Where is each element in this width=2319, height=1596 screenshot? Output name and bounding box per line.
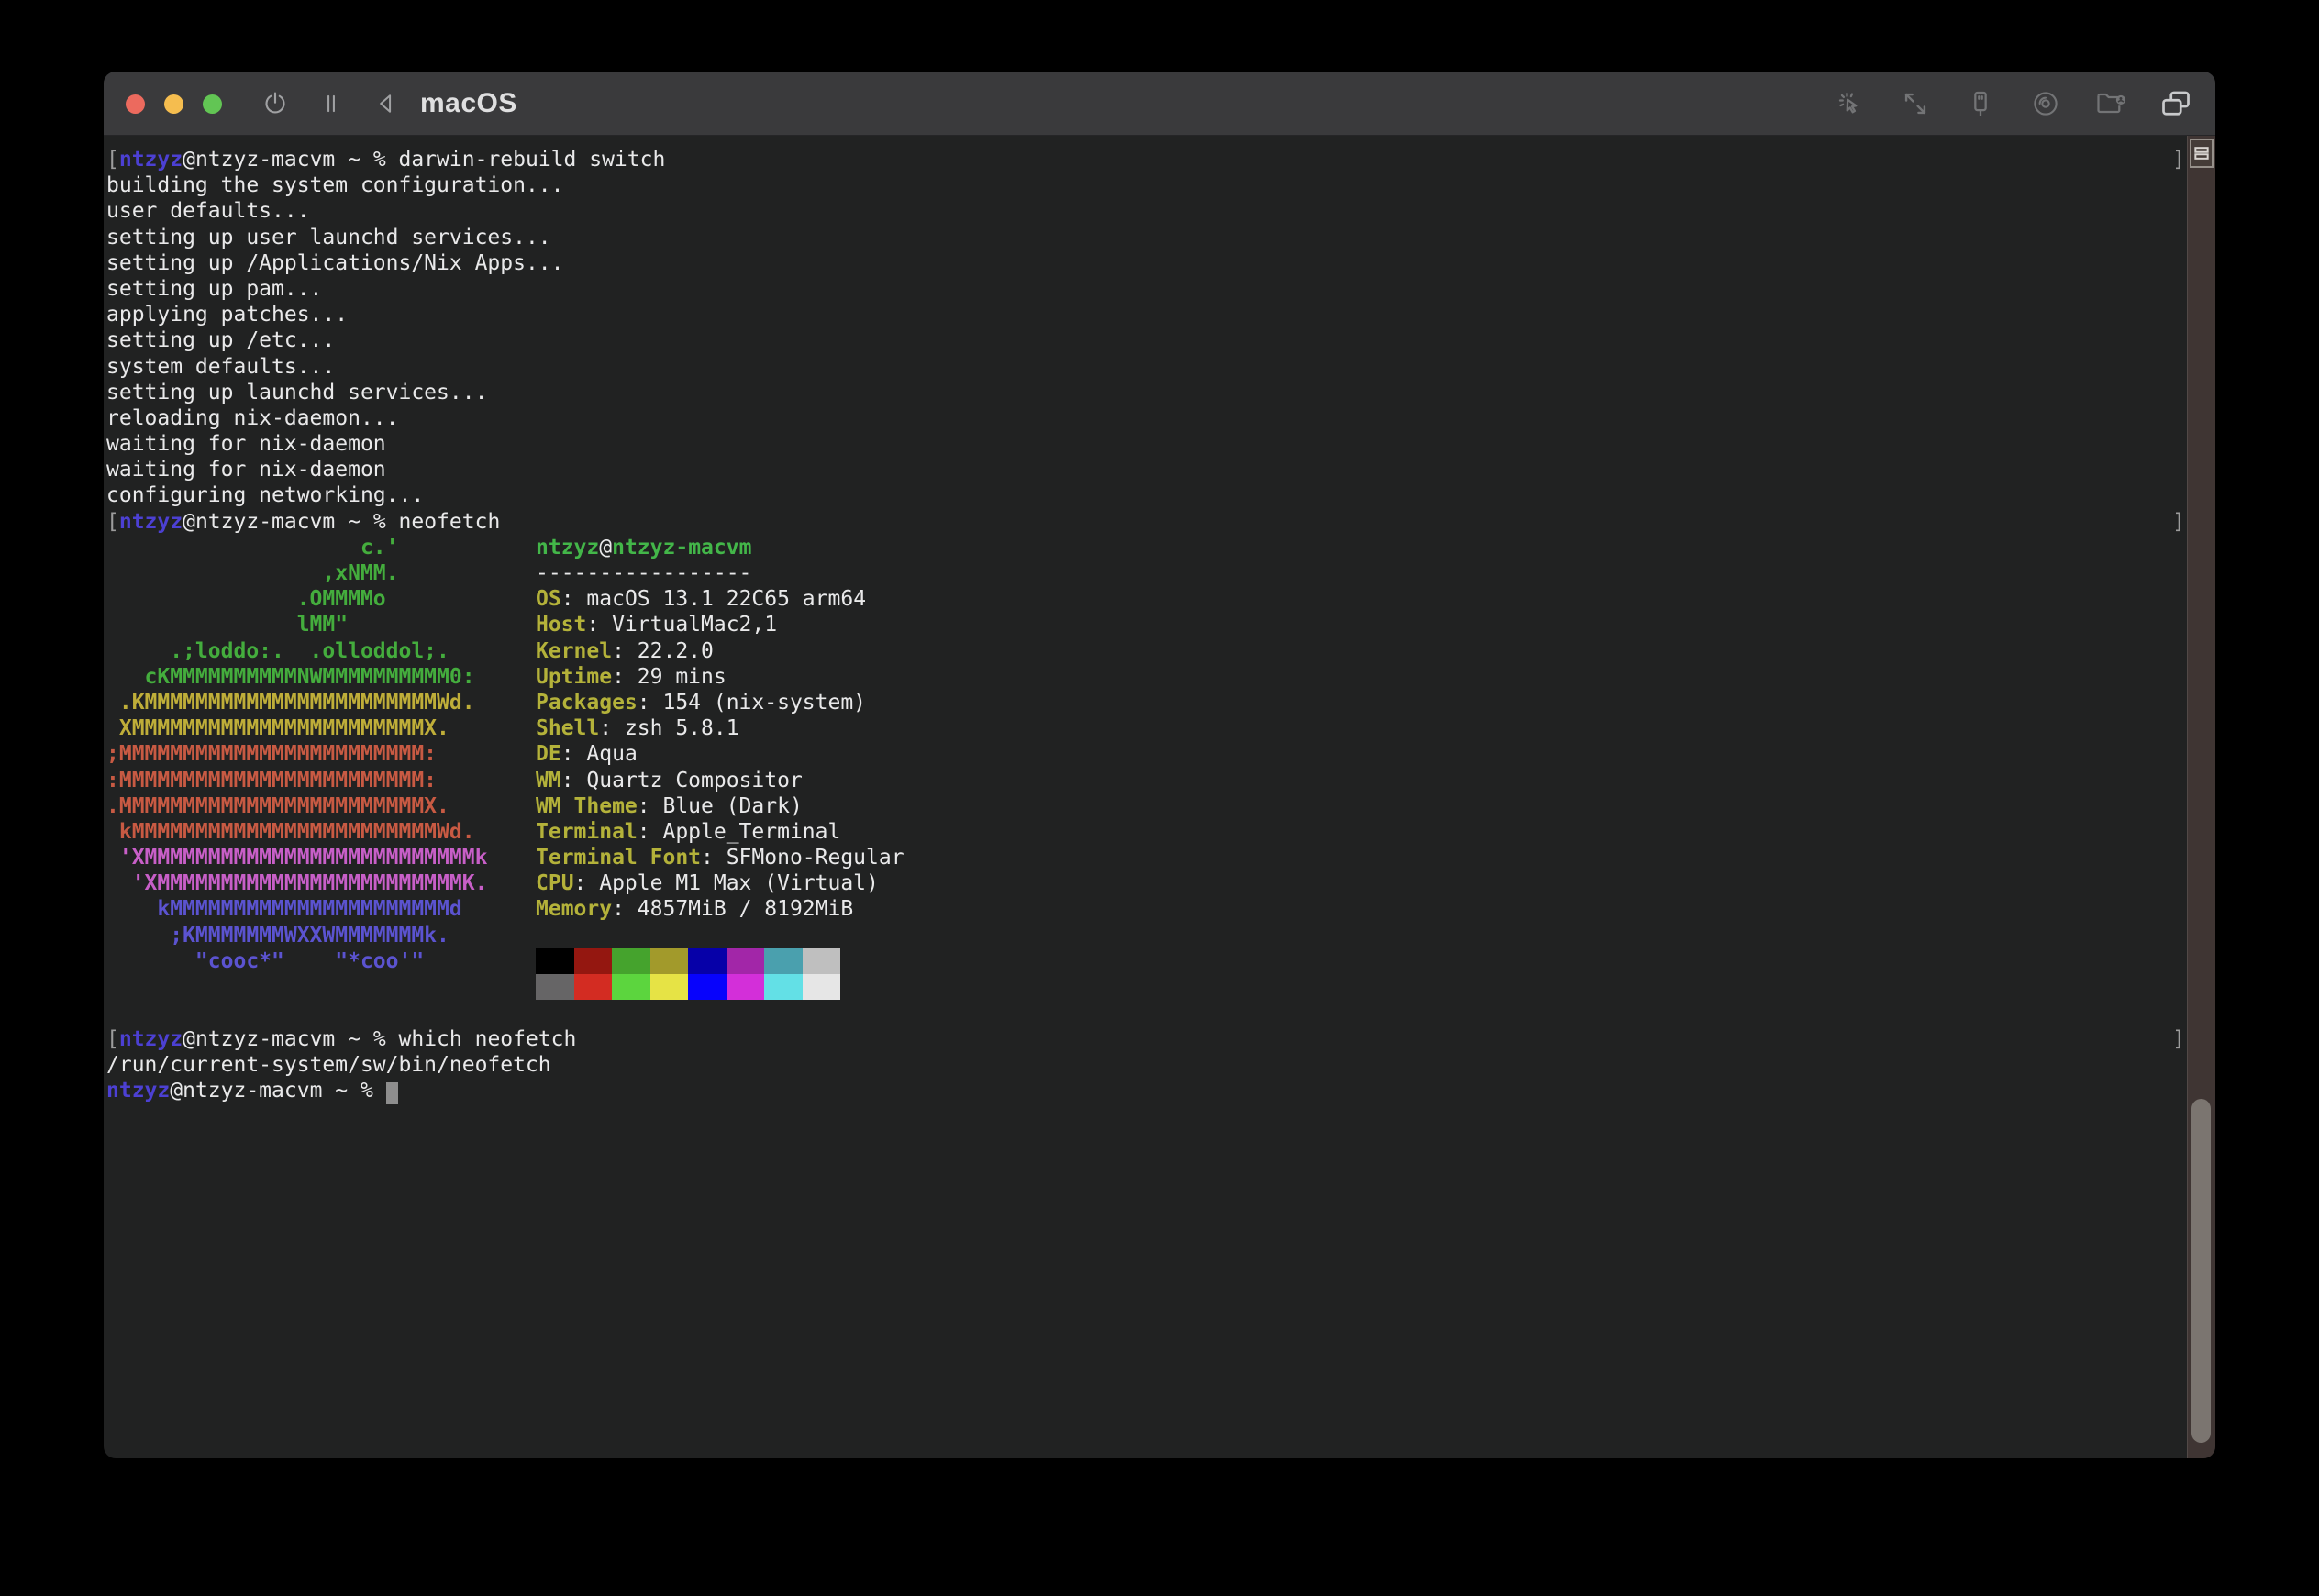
terminal-line: WM: Quartz Compositor [536,768,904,793]
line-wrap-mark: ] [2172,147,2185,172]
terminal-cursor [386,1082,399,1104]
color-swatch [612,974,650,1000]
ansi-palette-row [536,948,904,974]
terminal-line: OS: macOS 13.1 22C65 arm64 [536,586,904,612]
terminal-line: [ntzyz@ntzyz-macvm ~ % darwin-rebuild sw… [106,147,2187,172]
color-swatch [764,974,803,1000]
color-swatch [688,948,727,974]
neofetch-apple-logo-ascii: c.' ,xNMM. .OMMMMo lMM" .;loddo:. .ollod… [106,535,487,974]
terminal-line: waiting for nix-daemon [106,457,2187,482]
terminal-line: building the system configuration... [106,172,2187,198]
terminal[interactable]: [ntzyz@ntzyz-macvm ~ % darwin-rebuild sw… [104,136,2187,1458]
color-swatch [650,974,689,1000]
minimize-button[interactable] [164,94,183,114]
terminal-line: setting up user launchd services... [106,225,2187,250]
ascii-art-line: .OMMMMo [106,586,487,612]
terminal-line: user defaults... [106,198,2187,224]
neofetch-output: c.' ,xNMM. .OMMMMo lMM" .;loddo:. .ollod… [106,535,2187,1001]
color-swatch [764,948,803,974]
vm-window: macOS [104,72,2215,1458]
ascii-art-line: .MMMMMMMMMMMMMMMMMMMMMMMMX. [106,793,487,819]
color-swatch [688,974,727,1000]
terminal-line: Shell: zsh 5.8.1 [536,715,904,741]
ascii-art-line: ;MMMMMMMMMMMMMMMMMMMMMMMM: [106,741,487,767]
color-swatch [803,948,841,974]
ascii-art-line: XMMMMMMMMMMMMMMMMMMMMMMMX. [106,715,487,741]
displays-icon[interactable] [2158,85,2194,122]
terminal-line [536,923,904,948]
terminal-line: ntzyz@ntzyz-macvm ~ % [106,1078,2187,1103]
ascii-art-line: ,xNMM. [106,560,487,586]
terminal-line: [ntzyz@ntzyz-macvm ~ % neofetch] [106,509,2187,535]
ascii-art-line: .;loddo:. .olloddol;. [106,638,487,664]
color-swatch [536,948,574,974]
vm-toolbar [1832,85,2194,122]
ascii-art-line: kMMMMMMMMMMMMMMMMMMMMMMMMWd. [106,819,487,845]
pause-icon[interactable] [313,85,350,122]
terminal-line: waiting for nix-daemon [106,431,2187,457]
shared-folder-icon[interactable] [2092,85,2129,122]
terminal-content: [ntzyz@ntzyz-macvm ~ % darwin-rebuild sw… [106,147,2187,1104]
terminal-line: reloading nix-daemon... [106,405,2187,431]
window-title: macOS [420,72,517,136]
terminal-line: Memory: 4857MiB / 8192MiB [536,896,904,922]
terminal-line: DE: Aqua [536,741,904,767]
terminal-line: configuring networking... [106,482,2187,508]
window-controls [126,72,222,136]
terminal-line: Terminal Font: SFMono-Regular [536,845,904,870]
terminal-line: setting up pam... [106,276,2187,302]
zoom-button[interactable] [203,94,222,114]
disk-icon[interactable] [2027,85,2064,122]
ascii-art-line: :MMMMMMMMMMMMMMMMMMMMMMMM: [106,768,487,793]
color-swatch [650,948,689,974]
terminal-line: WM Theme: Blue (Dark) [536,793,904,819]
split-pane-button[interactable] [2190,139,2214,168]
ascii-art-line: kMMMMMMMMMMMMMMMMMMMMMMd [106,896,487,922]
ascii-art-line: ;KMMMMMMMWXXWMMMMMMMk. [106,923,487,948]
terminal-line: [ntzyz@ntzyz-macvm ~ % which neofetch] [106,1026,2187,1052]
terminal-line: setting up /etc... [106,327,2187,353]
color-swatch [803,974,841,1000]
ascii-art-line: lMM" [106,612,487,637]
ascii-art-line: "cooc*" "*coo'" [106,948,487,974]
terminal-line [106,1001,2187,1026]
terminal-line: system defaults... [106,354,2187,380]
terminal-line: setting up launchd services... [106,380,2187,405]
neofetch-info: ntzyz@ntzyz-macvm-----------------OS: ma… [536,535,904,1000]
terminal-line: Terminal: Apple_Terminal [536,819,904,845]
power-icon[interactable] [257,85,294,122]
terminal-line: ntzyz@ntzyz-macvm [536,535,904,560]
color-swatch [727,974,765,1000]
terminal-line: setting up /Applications/Nix Apps... [106,250,2187,276]
ascii-art-line: cKMMMMMMMMMMNWMMMMMMMMMM0: [106,664,487,690]
ascii-art-line: .KMMMMMMMMMMMMMMMMMMMMMMMWd. [106,690,487,715]
line-wrap-mark: ] [2172,1026,2185,1052]
resize-display-icon[interactable] [1897,85,1934,122]
color-swatch [727,948,765,974]
color-swatch [536,974,574,1000]
ascii-art-line: 'XMMMMMMMMMMMMMMMMMMMMMMMMK. [106,870,487,896]
capture-cursor-icon[interactable] [1832,85,1869,122]
usb-icon[interactable] [1962,85,1999,122]
terminal-line: applying patches... [106,302,2187,327]
color-swatch [574,974,613,1000]
terminal-line: Host: VirtualMac2,1 [536,612,904,637]
scrollbar-thumb[interactable] [2191,1099,2211,1443]
titlebar[interactable]: macOS [104,72,2215,136]
terminal-line: ----------------- [536,560,904,586]
line-wrap-mark: ] [2172,509,2185,535]
terminal-line: /run/current-system/sw/bin/neofetch [106,1052,2187,1078]
terminal-line: Packages: 154 (nix-system) [536,690,904,715]
terminal-line: CPU: Apple M1 Max (Virtual) [536,870,904,896]
color-swatch [574,948,613,974]
ascii-art-line: c.' [106,535,487,560]
close-button[interactable] [126,94,145,114]
terminal-line: Kernel: 22.2.0 [536,638,904,664]
color-swatch [612,948,650,974]
ascii-art-line: 'XMMMMMMMMMMMMMMMMMMMMMMMMMMk [106,845,487,870]
scrollbar[interactable] [2187,136,2215,1458]
back-icon[interactable] [368,85,405,122]
terminal-line: Uptime: 29 mins [536,664,904,690]
ansi-palette-row [536,974,904,1000]
